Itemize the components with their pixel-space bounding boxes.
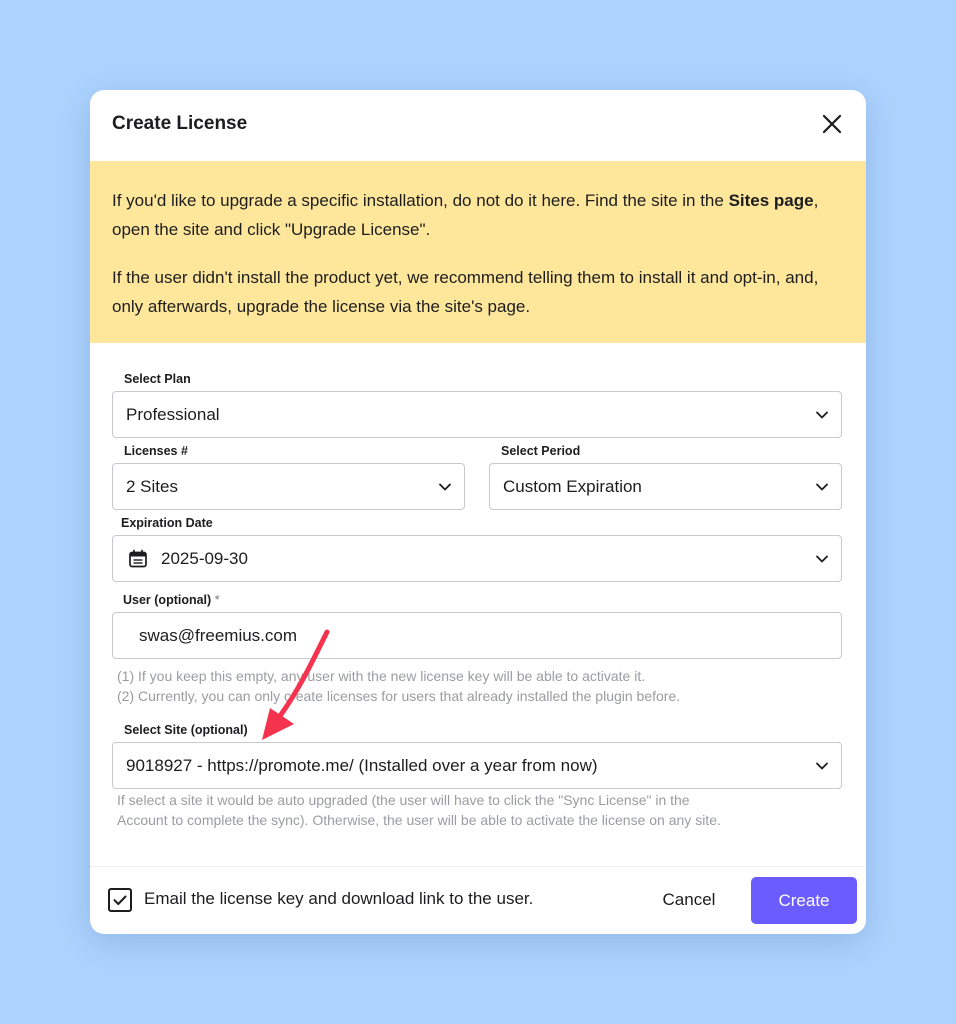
select-period-dropdown[interactable]: Custom Expiration xyxy=(489,463,842,510)
required-mark: * xyxy=(214,593,220,607)
modal-header: Create License xyxy=(90,90,866,161)
site-hint-2: Account to complete the sync). Otherwise… xyxy=(117,812,721,828)
select-site-value: 9018927 - https://promote.me/ (Installed… xyxy=(126,756,598,775)
select-period-value: Custom Expiration xyxy=(503,477,642,496)
chevron-down-icon xyxy=(439,483,451,491)
select-plan-value: Professional xyxy=(126,405,220,424)
email-license-checkbox[interactable] xyxy=(108,888,132,912)
select-plan-dropdown[interactable]: Professional xyxy=(112,391,842,438)
modal-title: Create License xyxy=(112,113,248,134)
select-site-dropdown[interactable]: 9018927 - https://promote.me/ (Installed… xyxy=(112,742,842,789)
close-icon xyxy=(822,114,842,134)
select-period-label: Select Period xyxy=(501,444,581,458)
user-hint-2: (2) Currently, you can only create licen… xyxy=(117,688,681,704)
chevron-down-icon xyxy=(816,411,828,419)
expiration-date-label: Expiration Date xyxy=(121,516,213,530)
cancel-button[interactable]: Cancel xyxy=(644,877,734,923)
checkmark-icon xyxy=(113,895,127,905)
sites-page-text: Sites page xyxy=(728,191,814,210)
chevron-down-icon xyxy=(816,762,828,770)
notice-paragraph-1: If you'd like to upgrade a specific inst… xyxy=(112,191,819,239)
user-email-value: swas@freemius.com xyxy=(139,626,298,645)
user-hint-1: (1) If you keep this empty, any user wit… xyxy=(117,668,646,684)
licenses-count-label: Licenses # xyxy=(124,444,188,458)
expiration-date-value: 2025-09-30 xyxy=(161,549,248,568)
upgrade-notice: If you'd like to upgrade a specific inst… xyxy=(90,161,866,343)
user-label: User (optional) * xyxy=(123,593,220,607)
chevron-down-icon xyxy=(816,555,828,563)
chevron-down-icon xyxy=(816,483,828,491)
notice-paragraph-2: If the user didn't install the product y… xyxy=(112,268,819,316)
user-email-input[interactable]: swas@freemius.com xyxy=(112,612,842,659)
calendar-icon xyxy=(129,549,147,568)
footer-divider xyxy=(90,866,866,867)
create-button[interactable]: Create xyxy=(751,877,857,924)
select-site-label: Select Site (optional) xyxy=(124,723,248,737)
expiration-date-picker[interactable]: 2025-09-30 xyxy=(112,535,842,582)
close-button[interactable] xyxy=(820,112,844,136)
site-hint-1: If select a site it would be auto upgrad… xyxy=(117,792,690,808)
licenses-count-dropdown[interactable]: 2 Sites xyxy=(112,463,465,510)
licenses-count-value: 2 Sites xyxy=(126,477,178,496)
create-license-modal: Create License If you'd like to upgrade … xyxy=(90,90,866,934)
select-plan-label: Select Plan xyxy=(124,372,191,386)
email-license-label[interactable]: Email the license key and download link … xyxy=(144,889,533,909)
